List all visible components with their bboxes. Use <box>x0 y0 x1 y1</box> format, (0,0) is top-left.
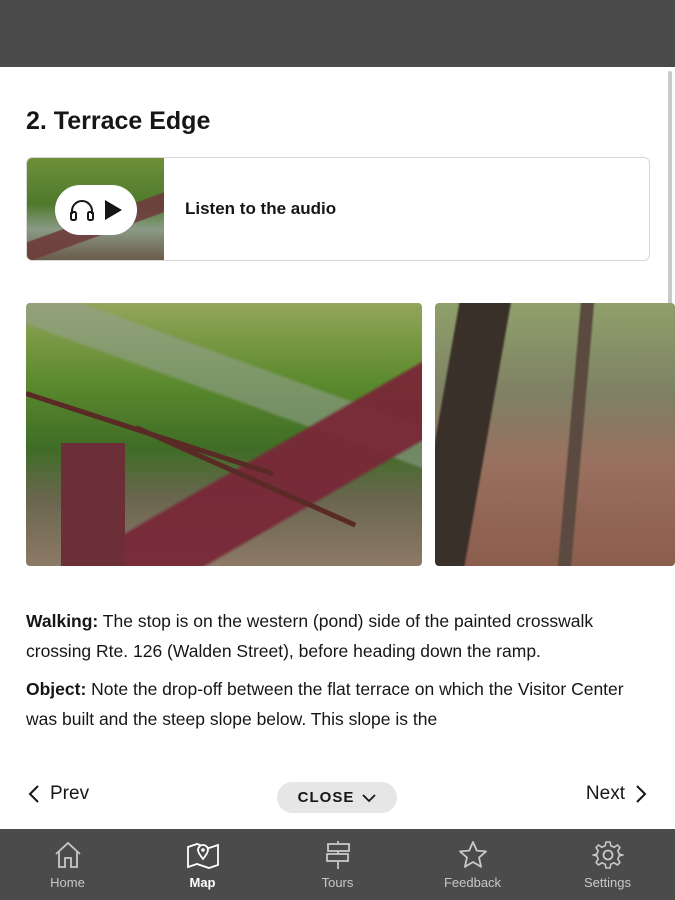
walking-label: Walking: <box>26 611 99 631</box>
prev-button[interactable]: Prev <box>28 783 89 805</box>
tab-tours[interactable]: Tours <box>270 829 405 900</box>
audio-label: Listen to the audio <box>185 199 337 218</box>
stop-navigation: Prev CLOSE Next <box>0 779 675 815</box>
close-label: CLOSE <box>297 789 355 806</box>
object-text: Note the drop-off between the flat terra… <box>26 679 624 729</box>
chevron-down-icon <box>362 793 376 802</box>
stop-description: Walking: The stop is on the western (pon… <box>26 606 646 742</box>
tab-feedback[interactable]: Feedback <box>405 829 540 900</box>
chevron-right-icon <box>636 785 647 803</box>
next-button[interactable]: Next <box>586 783 647 805</box>
tab-home[interactable]: Home <box>0 829 135 900</box>
next-label: Next <box>585 783 625 804</box>
tab-settings-label: Settings <box>584 875 631 890</box>
object-paragraph: Object: Note the drop-off between the fl… <box>26 674 646 734</box>
top-dim-overlay <box>0 0 675 67</box>
tab-tours-label: Tours <box>321 875 354 890</box>
prev-label: Prev <box>50 783 90 804</box>
photo-gallery[interactable] <box>26 303 675 566</box>
audio-thumbnail <box>27 158 164 260</box>
home-icon <box>54 841 81 868</box>
tab-feedback-label: Feedback <box>443 875 502 890</box>
wooded-slope-photo[interactable] <box>435 303 675 566</box>
tab-settings[interactable]: Settings <box>540 829 675 900</box>
close-button[interactable]: CLOSE <box>277 782 397 813</box>
audio-play-button[interactable] <box>55 185 137 235</box>
walking-text: The stop is on the western (pond) side o… <box>26 611 594 661</box>
headphones-icon <box>70 200 94 221</box>
star-icon <box>458 841 487 868</box>
signpost-icon <box>325 841 350 869</box>
stop-title: 2. Terrace Edge <box>26 107 211 135</box>
play-icon <box>105 200 122 220</box>
audio-card[interactable]: Listen to the audio <box>26 157 650 261</box>
tab-home-label: Home <box>50 875 85 890</box>
chevron-left-icon <box>28 785 39 803</box>
gear-icon <box>591 841 624 869</box>
tab-map[interactable]: Map <box>135 829 270 900</box>
object-label: Object: <box>26 679 87 699</box>
stop-detail-sheet: 2. Terrace Edge Listen to the audio Walk… <box>0 67 675 829</box>
walking-paragraph: Walking: The stop is on the western (pon… <box>26 606 646 666</box>
map-icon <box>186 843 219 869</box>
tab-map-label: Map <box>189 875 216 890</box>
bottom-tab-bar: Home Map Tours Feedback Settings <box>0 829 675 900</box>
stair-railing-photo[interactable] <box>26 303 422 566</box>
